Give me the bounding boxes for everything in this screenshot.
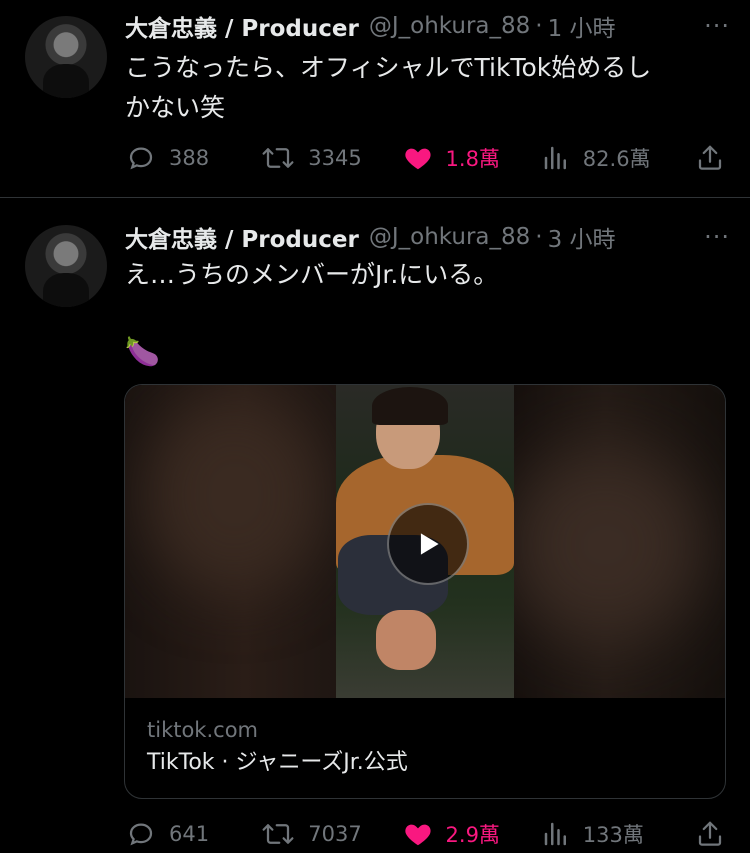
reply-count: 641	[169, 822, 210, 846]
like-button[interactable]: 1.8萬	[402, 143, 541, 173]
tweet-header: 大倉忠義 / Producer @J_ohkura_88 · 1 小時 ···	[125, 9, 730, 43]
tweet-actions: 641 7037 2.9萬 133萬	[125, 817, 725, 851]
author-handle[interactable]: @J_ohkura_88	[369, 13, 530, 39]
tweet-text: え…うちのメンバーがJr.にいる。	[125, 255, 720, 295]
views-button[interactable]: 82.6萬	[541, 143, 695, 173]
tweet-text-line: かない笑	[125, 93, 226, 122]
views-count: 82.6萬	[582, 147, 651, 171]
retweet-icon	[262, 148, 294, 168]
blurred-background	[145, 395, 325, 595]
tweet-actions: 388 3345 1.8萬 82.6萬	[125, 141, 725, 175]
tweet-text-line: え…うちのメンバーがJr.にいる。	[125, 260, 499, 289]
play-icon	[420, 533, 439, 555]
video-thumbnail[interactable]	[125, 385, 725, 698]
reply-icon	[129, 147, 153, 170]
retweet-count: 7037	[308, 822, 362, 846]
views-icon	[544, 146, 566, 170]
tweet[interactable]: 大倉忠義 / Producer @J_ohkura_88 · 1 小時 ··· …	[0, 0, 750, 197]
like-button[interactable]: 2.9萬	[402, 819, 541, 849]
reply-count: 388	[169, 146, 210, 170]
share-icon	[698, 145, 722, 170]
heart-icon	[404, 148, 431, 170]
share-button[interactable]	[695, 819, 725, 849]
heart-icon	[404, 824, 431, 846]
retweet-button[interactable]: 7037	[260, 819, 401, 849]
views-button[interactable]: 133萬	[541, 819, 695, 849]
emoji: 🍆	[125, 335, 160, 368]
reply-button[interactable]: 388	[125, 143, 260, 173]
like-count: 1.8萬	[445, 147, 500, 171]
share-button[interactable]	[695, 143, 725, 173]
more-icon[interactable]: ···	[704, 12, 730, 40]
timestamp[interactable]: 1 小時	[548, 9, 616, 43]
share-icon	[698, 821, 722, 846]
link-card[interactable]: tiktok.com TikTok · ジャニーズJr.公式	[124, 384, 726, 799]
timestamp[interactable]: 3 小時	[548, 220, 616, 254]
play-button[interactable]	[387, 503, 469, 585]
video-subject-hair	[372, 387, 448, 425]
reply-button[interactable]: 641	[125, 819, 260, 849]
author-handle[interactable]: @J_ohkura_88	[369, 224, 530, 250]
retweet-count: 3345	[308, 146, 362, 170]
tweet-text-line: こうなったら、オフィシャルでTikTok始めるし	[125, 53, 652, 82]
video-subject-hand	[376, 610, 436, 670]
more-icon[interactable]: ···	[704, 223, 730, 251]
avatar[interactable]	[25, 225, 107, 307]
author-name[interactable]: 大倉忠義 / Producer	[125, 220, 359, 254]
card-domain: tiktok.com	[147, 718, 258, 742]
blurred-background	[505, 445, 705, 645]
like-count: 2.9萬	[445, 823, 500, 847]
tweet-text: こうなったら、オフィシャルでTikTok始めるし かない笑	[125, 48, 720, 128]
tweet[interactable]: 大倉忠義 / Producer @J_ohkura_88 · 3 小時 ··· …	[0, 198, 750, 853]
avatar[interactable]	[25, 16, 107, 98]
card-title: TikTok · ジャニーズJr.公式	[147, 750, 408, 775]
reply-icon	[129, 823, 153, 846]
views-icon	[544, 822, 566, 846]
card-info[interactable]: tiktok.com TikTok · ジャニーズJr.公式	[125, 698, 725, 780]
views-count: 133萬	[582, 823, 644, 847]
separator-dot: ·	[535, 224, 543, 250]
separator-dot: ·	[535, 13, 543, 39]
author-name[interactable]: 大倉忠義 / Producer	[125, 9, 359, 43]
retweet-icon	[262, 824, 294, 844]
tweet-header: 大倉忠義 / Producer @J_ohkura_88 · 3 小時 ···	[125, 220, 730, 254]
retweet-button[interactable]: 3345	[260, 143, 401, 173]
